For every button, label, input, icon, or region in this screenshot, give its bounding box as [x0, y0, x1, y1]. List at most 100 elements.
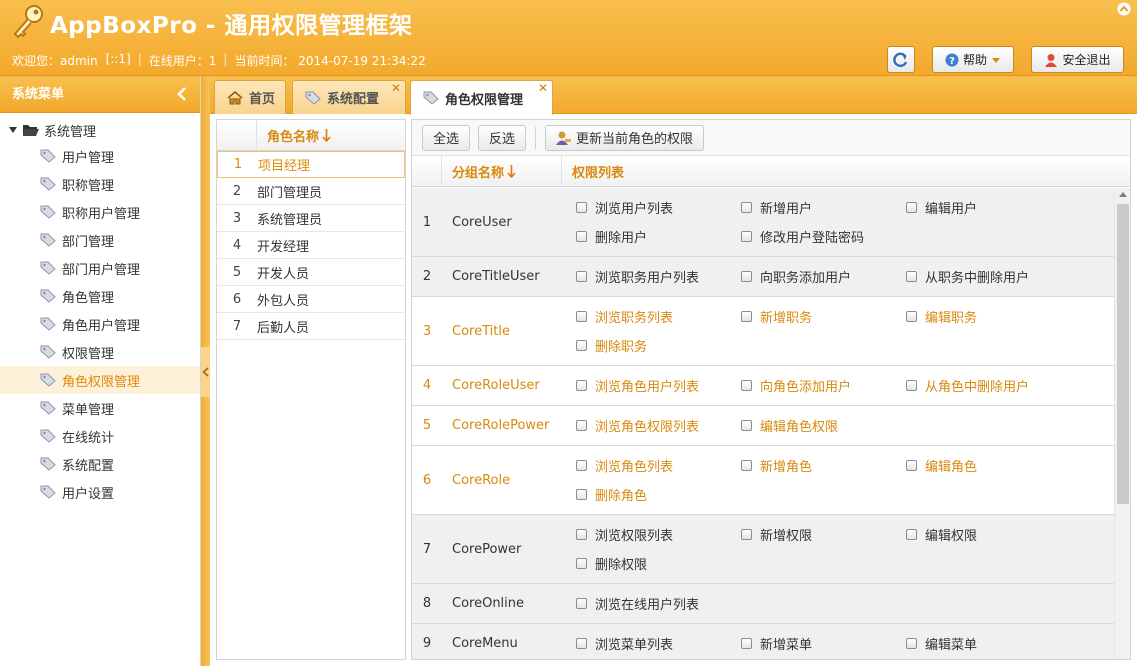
sidebar-item[interactable]: 角色管理 — [0, 282, 200, 310]
role-row[interactable]: 1 项目经理 — [217, 151, 405, 178]
checkbox[interactable] — [741, 311, 752, 322]
checkbox[interactable] — [576, 529, 587, 540]
power-checkbox-item[interactable]: 新增职务 — [741, 302, 906, 331]
vertical-scrollbar[interactable] — [1114, 188, 1130, 659]
sidebar-item[interactable]: 菜单管理 — [0, 394, 200, 422]
sidebar-item[interactable]: 部门管理 — [0, 226, 200, 254]
checkbox[interactable] — [576, 340, 587, 351]
sidebar-item[interactable]: 用户设置 — [0, 478, 200, 506]
power-checkbox-item[interactable]: 浏览权限列表 — [576, 520, 741, 549]
checkbox[interactable] — [741, 202, 752, 213]
select-all-button[interactable]: 全选 — [422, 124, 471, 151]
checkbox[interactable] — [576, 558, 587, 569]
power-checkbox-item[interactable]: 编辑角色 — [906, 451, 1071, 480]
checkbox[interactable] — [576, 638, 587, 649]
role-name-header[interactable]: 角色名称 — [257, 126, 331, 145]
sidebar-item[interactable]: 用户管理 — [0, 142, 200, 170]
checkbox[interactable] — [906, 271, 917, 282]
close-icon[interactable]: ✕ — [538, 81, 548, 95]
sidebar-item[interactable]: 角色权限管理 — [0, 366, 200, 394]
power-checkbox-item[interactable]: 浏览角色列表 — [576, 451, 741, 480]
sidebar-item[interactable]: 系统配置 — [0, 450, 200, 478]
power-checkbox-item[interactable]: 删除职务 — [576, 331, 741, 360]
power-checkbox-item[interactable]: 编辑菜单 — [906, 629, 1071, 658]
close-icon[interactable]: ✕ — [391, 81, 401, 95]
role-row[interactable]: 7 后勤人员 — [217, 313, 405, 340]
power-checkbox-item[interactable]: 浏览在线用户列表 — [576, 589, 741, 618]
power-checkbox-item[interactable]: 浏览用户列表 — [576, 193, 741, 222]
scroll-thumb[interactable] — [1117, 204, 1129, 504]
power-checkbox-item[interactable]: 浏览菜单列表 — [576, 629, 741, 658]
sidebar-item[interactable]: 部门用户管理 — [0, 254, 200, 282]
checkbox[interactable] — [576, 271, 587, 282]
scroll-up-icon[interactable] — [1119, 192, 1127, 197]
checkbox[interactable] — [576, 202, 587, 213]
checkbox[interactable] — [906, 380, 917, 391]
power-checkbox-item[interactable]: 删除角色 — [576, 480, 741, 509]
refresh-button[interactable] — [887, 46, 915, 73]
checkbox[interactable] — [906, 311, 917, 322]
power-checkbox-item[interactable]: 浏览角色用户列表 — [576, 371, 741, 400]
checkbox[interactable] — [906, 460, 917, 471]
tree-root-system[interactable]: 系统管理 — [0, 118, 200, 142]
checkbox[interactable] — [576, 231, 587, 242]
checkbox[interactable] — [741, 380, 752, 391]
power-checkbox-item[interactable]: 从职务中删除用户 — [906, 262, 1071, 291]
tab-system-config[interactable]: 系统配置 ✕ — [292, 80, 406, 114]
checkbox[interactable] — [576, 380, 587, 391]
power-checkbox-item[interactable]: 浏览职务列表 — [576, 302, 741, 331]
update-role-power-button[interactable]: 更新当前角色的权限 — [545, 124, 705, 151]
tab-role-power[interactable]: 角色权限管理 ✕ — [410, 80, 553, 115]
power-checkbox-item[interactable]: 新增权限 — [741, 520, 906, 549]
sidebar-item[interactable]: 职称用户管理 — [0, 198, 200, 226]
power-checkbox-item[interactable]: 浏览职务用户列表 — [576, 262, 741, 291]
power-checkbox-item[interactable]: 修改用户登陆密码 — [741, 222, 906, 251]
power-checkbox-item[interactable]: 编辑用户 — [906, 193, 1071, 222]
checkbox[interactable] — [906, 202, 917, 213]
checkbox[interactable] — [741, 271, 752, 282]
checkbox[interactable] — [576, 598, 587, 609]
role-row[interactable]: 2 部门管理员 — [217, 178, 405, 205]
power-checkbox-item[interactable]: 新增用户 — [741, 193, 906, 222]
checkbox[interactable] — [576, 311, 587, 322]
power-checkbox-item[interactable]: 删除用户 — [576, 222, 741, 251]
checkbox[interactable] — [741, 460, 752, 471]
role-row[interactable]: 5 开发人员 — [217, 259, 405, 286]
group-name-header[interactable]: 分组名称 — [442, 156, 562, 186]
power-checkbox-item[interactable]: 向职务添加用户 — [741, 262, 906, 291]
sidebar-item[interactable]: 权限管理 — [0, 338, 200, 366]
checkbox[interactable] — [741, 638, 752, 649]
tab-home[interactable]: 首页 — [214, 80, 286, 114]
sidebar-item[interactable]: 职称管理 — [0, 170, 200, 198]
checkbox[interactable] — [741, 231, 752, 242]
collapse-left-icon[interactable] — [176, 87, 188, 101]
sidebar-item[interactable]: 在线统计 — [0, 422, 200, 450]
power-checkbox-item[interactable]: 删除权限 — [576, 549, 741, 578]
power-checkbox-item[interactable]: 浏览角色权限列表 — [576, 411, 741, 440]
checkbox[interactable] — [906, 529, 917, 540]
power-checkbox-item[interactable]: 新增角色 — [741, 451, 906, 480]
power-checkbox-item[interactable]: 编辑权限 — [906, 520, 1071, 549]
collapse-header-icon[interactable] — [1117, 2, 1131, 16]
checkbox[interactable] — [741, 420, 752, 431]
power-label: 删除职务 — [595, 340, 648, 355]
checkbox[interactable] — [906, 638, 917, 649]
checkbox[interactable] — [741, 529, 752, 540]
power-checkbox-item[interactable]: 新增菜单 — [741, 629, 906, 658]
sidebar-item[interactable]: 角色用户管理 — [0, 310, 200, 338]
checkbox[interactable] — [576, 460, 587, 471]
logout-button[interactable]: 安全退出 — [1031, 46, 1124, 73]
invert-selection-button[interactable]: 反选 — [478, 124, 527, 151]
help-button[interactable]: ? 帮助 — [932, 46, 1014, 73]
power-checkbox-item[interactable]: 向角色添加用户 — [741, 371, 906, 400]
power-checkbox-item[interactable]: 编辑角色权限 — [741, 411, 906, 440]
checkbox[interactable] — [576, 420, 587, 431]
splitter-handle[interactable] — [201, 347, 210, 397]
group-name: CoreTitleUser — [452, 269, 540, 284]
power-checkbox-item[interactable]: 从角色中删除用户 — [906, 371, 1071, 400]
power-checkbox-item[interactable]: 编辑职务 — [906, 302, 1071, 331]
role-row[interactable]: 6 外包人员 — [217, 286, 405, 313]
role-row[interactable]: 4 开发经理 — [217, 232, 405, 259]
role-row[interactable]: 3 系统管理员 — [217, 205, 405, 232]
checkbox[interactable] — [576, 489, 587, 500]
